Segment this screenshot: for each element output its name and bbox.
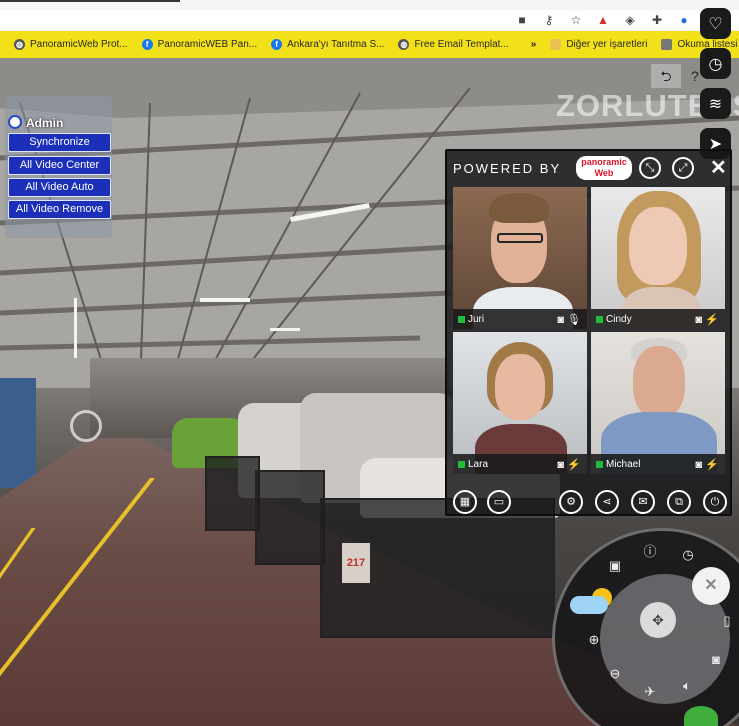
globe-icon: ◍ — [398, 39, 410, 50]
key-icon[interactable]: ⚷ — [542, 12, 556, 28]
bookmarks-bar: ◍ PanoramicWeb Prot... f PanoramicWEB Pa… — [0, 31, 739, 58]
close-icon[interactable]: ✕ — [710, 155, 727, 180]
door-icon[interactable]: ▯ — [718, 613, 736, 629]
camera-icon[interactable]: ◙ — [695, 314, 702, 326]
synchronize-button[interactable]: Synchronize — [8, 133, 111, 152]
folder-icon — [550, 39, 562, 50]
zoom-in-icon[interactable]: ⊕ — [585, 632, 603, 648]
video-panel-header: POWERED BY panoramic Web ⤡ ⤢ ✕ — [447, 151, 730, 185]
weather-icon[interactable] — [570, 588, 616, 616]
favorite-button[interactable]: ♡ — [700, 8, 731, 39]
mic-icon[interactable]: 🎙︎ — [567, 313, 581, 326]
video-tile-lara[interactable]: Lara ◙ ⚡ — [453, 332, 587, 474]
history-button[interactable]: ◷ — [700, 48, 731, 79]
mic-muted-icon[interactable]: ⚡ — [567, 458, 581, 471]
status-dot — [458, 461, 465, 468]
mascot-icon — [684, 706, 718, 726]
participant-name: Michael — [606, 459, 641, 470]
screen-share-icon[interactable]: ⧉ — [667, 490, 691, 514]
reading-list-icon — [661, 39, 673, 50]
bookmark-item[interactable]: f PanoramicWEB Pan... — [141, 39, 257, 50]
video-tile-cindy[interactable]: Cindy ◙ ⚡ — [591, 187, 725, 329]
wheel-close-button[interactable]: ✕ — [692, 567, 730, 605]
all-video-center-button[interactable]: All Video Center — [8, 156, 111, 175]
laundry-cart — [255, 470, 325, 565]
bookmarks-overflow-button[interactable]: » — [531, 39, 537, 50]
share-icon[interactable]: ⋖ — [595, 490, 619, 514]
powered-by-label: POWERED BY — [453, 161, 562, 176]
admin-label: Admin — [26, 116, 64, 130]
profile-icon[interactable]: ● — [677, 12, 691, 28]
puzzle-icon[interactable]: ✚ — [650, 12, 664, 28]
laundry-cart — [205, 456, 260, 531]
bookmark-item[interactable]: ◍ PanoramicWeb Prot... — [14, 39, 128, 50]
video-tile-michael[interactable]: Michael ◙ ⚡ — [591, 332, 725, 474]
video-panel-toolbar: ▦ ▭ ⚙ ⋖ ✉ ⧉ ⏻ — [447, 485, 730, 518]
layers-icon: ≋ — [708, 95, 723, 113]
status-dot — [596, 316, 603, 323]
expand-icon[interactable]: ⤢ — [672, 157, 694, 179]
left-racks — [0, 378, 36, 488]
drone-icon[interactable]: ✈ — [641, 684, 659, 700]
participant-name: Juri — [468, 314, 485, 325]
vr-icon[interactable]: ▣ — [606, 558, 624, 574]
chat-icon[interactable]: ✉ — [631, 490, 655, 514]
admin-user-icon[interactable] — [8, 115, 22, 129]
mic-muted-icon[interactable]: ⚡ — [705, 458, 719, 471]
calendar-icon[interactable]: ▦ — [453, 490, 477, 514]
help-button[interactable]: ? — [691, 68, 699, 84]
hotspot-ring[interactable] — [70, 410, 102, 442]
bookmark-item[interactable]: ◍ Free Email Templat... — [398, 39, 509, 50]
browser-tab-strip — [0, 0, 739, 10]
clock-icon: ◷ — [708, 55, 723, 73]
participant-name: Lara — [468, 459, 489, 470]
camera-icon[interactable]: ◙ — [695, 459, 702, 471]
camera-icon[interactable]: ◙ — [557, 314, 564, 326]
facebook-icon: f — [271, 39, 283, 50]
pdf-extension-icon[interactable]: ▲ — [596, 12, 610, 28]
participant-name: Cindy — [606, 314, 632, 325]
address-bar: ■ ⚷ ☆ ▲ ◈ ✚ ● — [0, 10, 739, 31]
layers-button[interactable]: ≋ — [700, 88, 731, 119]
cart-number-tag: 217 — [342, 543, 370, 583]
shrink-icon[interactable]: ⤡ — [639, 157, 661, 179]
info-icon[interactable]: ⓘ — [641, 541, 659, 560]
video-tile-juri[interactable]: Juri ◙ 🎙︎ — [453, 187, 587, 329]
camera-icon[interactable]: ◙ — [557, 459, 564, 471]
facebook-icon: f — [141, 39, 153, 50]
status-dot — [596, 461, 603, 468]
sound-icon[interactable]: 🔈︎ — [678, 678, 696, 694]
mic-muted-icon[interactable]: ⚡ — [705, 313, 719, 326]
screenshot-camera-icon[interactable]: ◙ — [707, 652, 725, 667]
presentation-icon[interactable]: ▭ — [487, 490, 511, 514]
panoramicweb-icon: ◍ — [14, 39, 25, 50]
all-video-auto-button[interactable]: All Video Auto — [8, 178, 111, 197]
other-bookmarks[interactable]: Diğer yer işaretleri — [550, 39, 647, 50]
settings-icon[interactable]: ⚙ — [559, 490, 583, 514]
move-dpad-icon[interactable]: ✥ — [640, 602, 676, 638]
active-tab-indicator — [0, 0, 180, 2]
bookmark-item[interactable]: f Ankara'yı Tanıtma S... — [271, 39, 384, 50]
zoom-out-icon[interactable]: ⊖ — [606, 666, 624, 682]
cloud-shape — [570, 596, 608, 614]
back-button[interactable]: ⮌ — [651, 64, 681, 88]
panoramicweb-logo: panoramic Web — [576, 156, 632, 180]
power-icon[interactable]: ⏻ — [703, 490, 727, 514]
camera-icon[interactable]: ■ — [515, 12, 529, 28]
heart-icon: ♡ — [708, 15, 723, 33]
video-conference-panel: POWERED BY panoramic Web ⤡ ⤢ ✕ Juri ◙ 🎙︎ C… — [445, 149, 732, 516]
extension-icon[interactable]: ◈ — [623, 12, 637, 28]
all-video-remove-button[interactable]: All Video Remove — [8, 200, 111, 219]
star-icon[interactable]: ☆ — [569, 12, 583, 28]
status-dot — [458, 316, 465, 323]
history-icon[interactable]: ◷ — [679, 547, 697, 563]
